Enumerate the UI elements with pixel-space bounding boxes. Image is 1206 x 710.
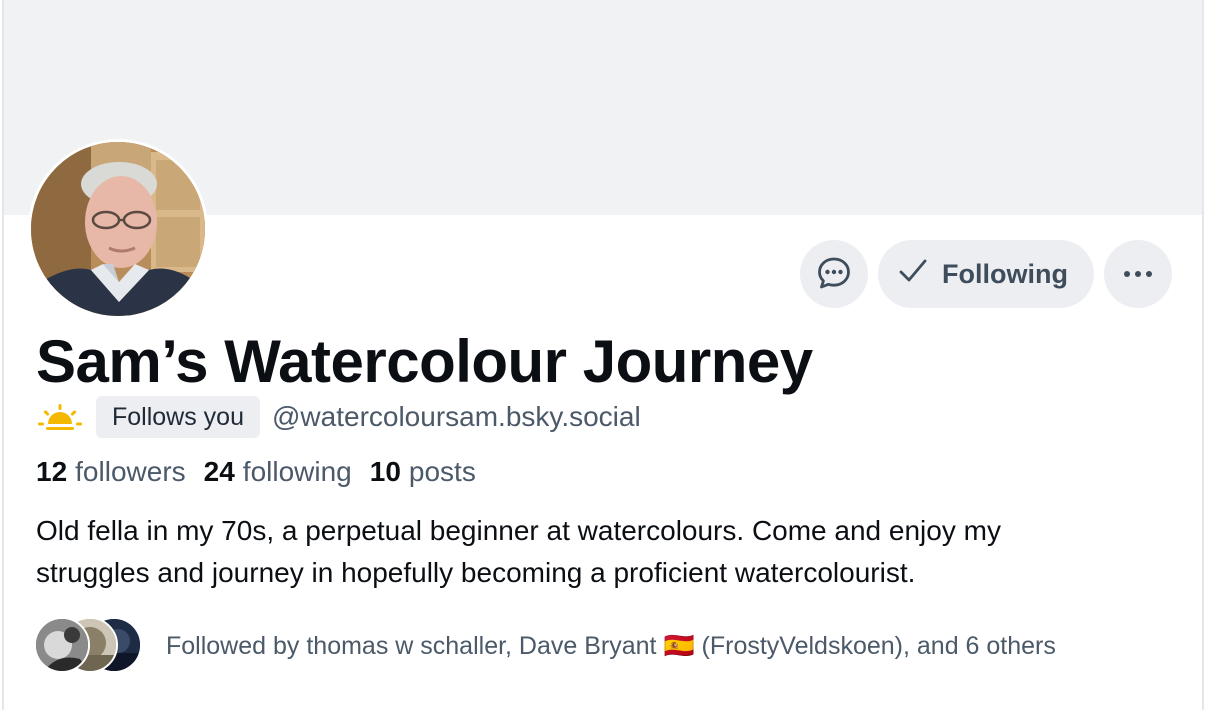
following-button-label: Following	[942, 258, 1068, 289]
followed-by-avatars	[34, 615, 146, 677]
profile-actions: Following	[800, 240, 1172, 308]
right-divider	[1202, 0, 1204, 710]
following-stat[interactable]: 24 following	[204, 453, 352, 491]
message-button[interactable]	[800, 240, 869, 308]
bio-line-2: struggles and journey in hopefully becom…	[36, 557, 916, 588]
followers-stat[interactable]: 12 followers	[36, 453, 186, 491]
ellipsis-icon	[1122, 267, 1154, 282]
followed-by-prefix: Followed by thomas w schaller, Dave Brya…	[166, 631, 664, 660]
bio-line-1: Old fella in my 70s, a perpetual beginne…	[36, 515, 1001, 546]
display-name: Sam’s Watercolour Journey	[36, 328, 813, 395]
avatar	[34, 617, 90, 673]
more-options-button[interactable]	[1104, 240, 1172, 308]
followed-by-suffix: (FrostyVeldskoen), and 6 others	[694, 631, 1056, 660]
following-button[interactable]: Following	[878, 240, 1094, 308]
posts-count: 10	[369, 456, 401, 487]
following-count: 24	[203, 456, 235, 487]
check-icon	[898, 256, 928, 293]
profile-stats: 12 followers 24 following 10 posts	[36, 453, 476, 491]
posts-stat: 10 posts	[370, 453, 476, 491]
followed-by-text[interactable]: Followed by thomas w schaller, Dave Brya…	[166, 632, 1056, 661]
handle-row: Follows you @watercoloursam.bsky.social	[36, 396, 641, 438]
follows-you-badge: Follows you	[96, 396, 260, 438]
sun-rising-icon	[36, 397, 84, 437]
followers-count: 12	[36, 456, 68, 487]
following-label: following	[242, 456, 352, 487]
profile-bio: Old fella in my 70s, a perpetual beginne…	[36, 510, 1176, 594]
followed-by-row[interactable]: Followed by thomas w schaller, Dave Brya…	[34, 615, 1056, 677]
followers-label: followers	[75, 456, 186, 487]
profile-page: Following Sam’s Watercolour Journey Foll…	[0, 0, 1206, 710]
posts-label: posts	[408, 456, 476, 487]
profile-avatar[interactable]	[28, 139, 208, 319]
profile-handle: @watercoloursam.bsky.social	[272, 401, 641, 432]
chat-bubble-icon	[816, 255, 852, 294]
spain-flag-icon: 🇪🇸	[663, 631, 695, 660]
